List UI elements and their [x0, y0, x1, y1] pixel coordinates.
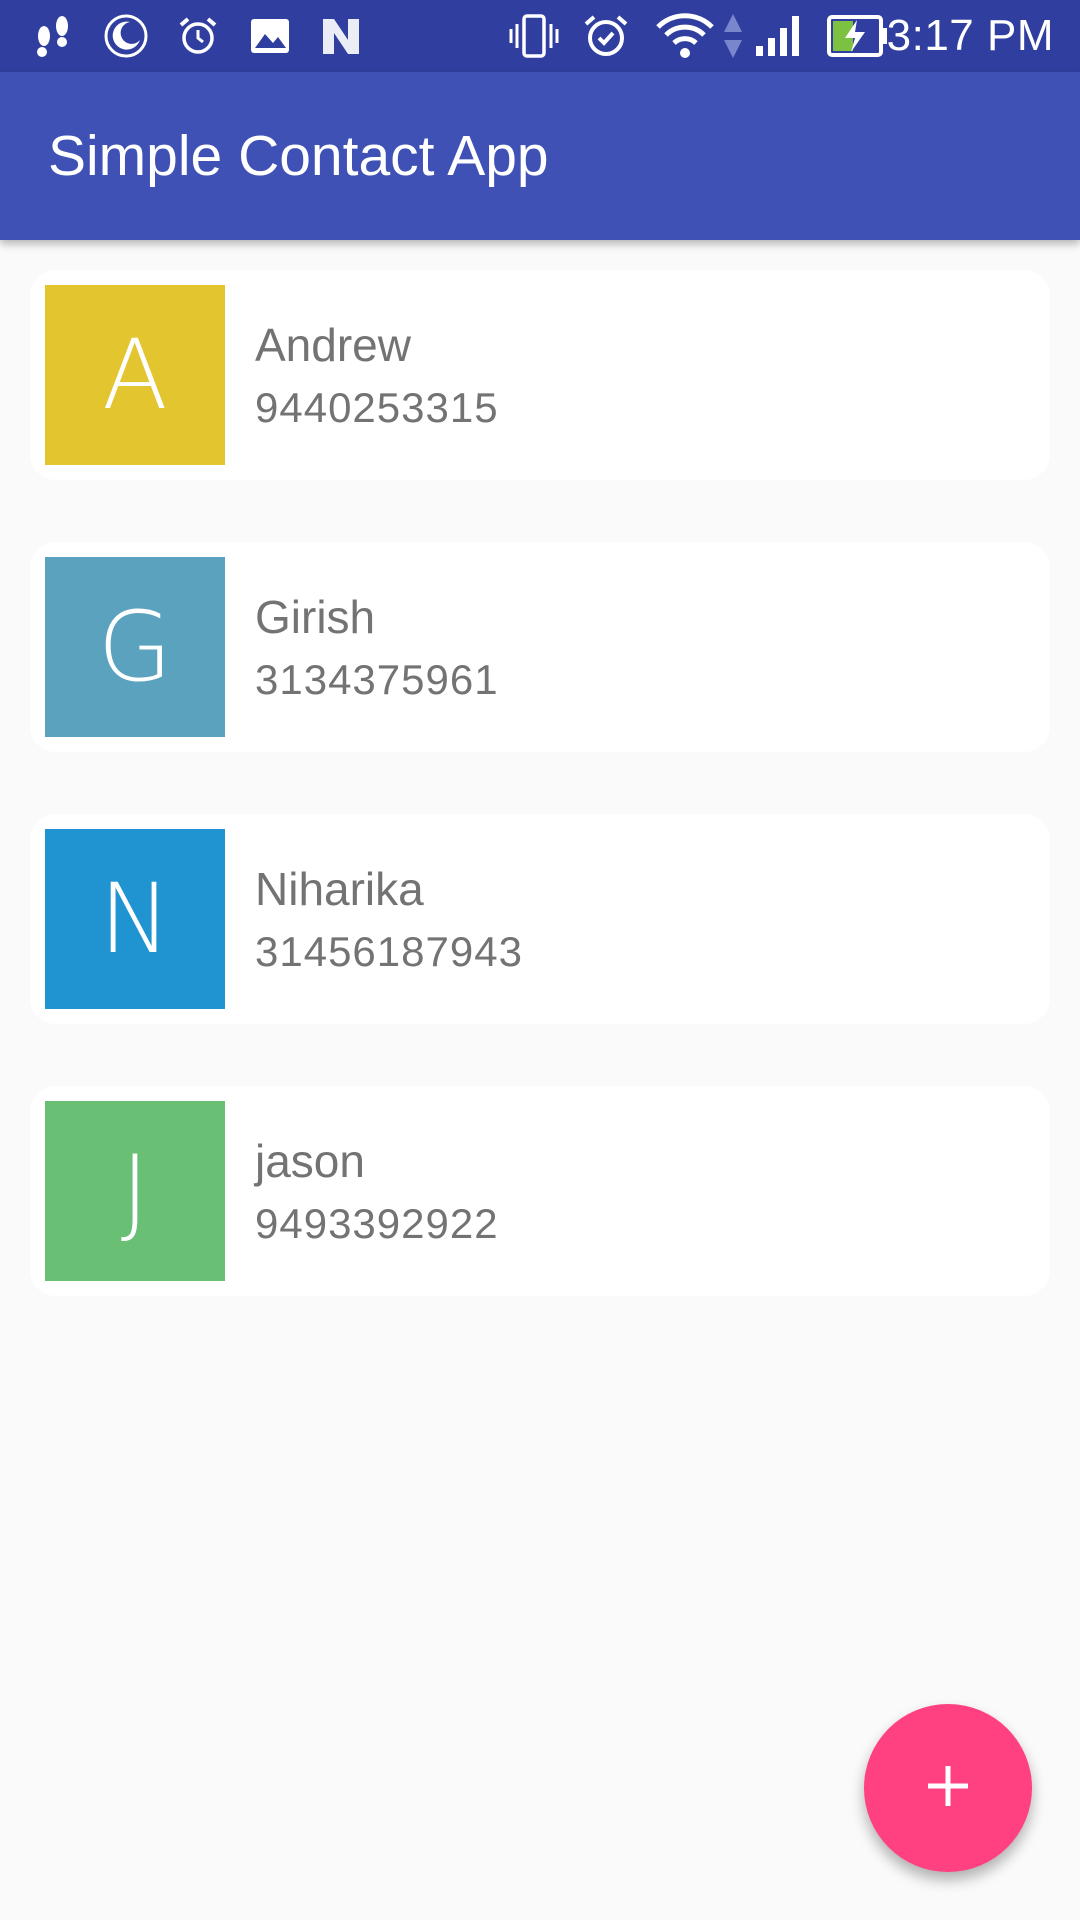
battery-charging-icon	[826, 12, 890, 60]
status-time: 3:17 PM	[886, 11, 1054, 60]
contact-phone: 3134375961	[255, 656, 499, 703]
contact-card-jason[interactable]: J jason 9493392922	[30, 1086, 1050, 1296]
contact-phone: 9493392922	[255, 1200, 499, 1247]
alarm-icon	[580, 12, 632, 60]
status-bar: 3:17 PM	[0, 0, 1080, 72]
page-title: Simple Contact App	[48, 124, 549, 188]
alarm-clock-icon	[174, 12, 222, 60]
wifi-icon	[654, 12, 716, 60]
contact-card-girish[interactable]: G Girish 3134375961	[30, 542, 1050, 752]
add-contact-button[interactable]	[864, 1704, 1032, 1872]
avatar: J	[45, 1101, 225, 1281]
contact-phone: 9440253315	[255, 384, 499, 431]
contact-name: Andrew	[255, 319, 411, 371]
n-logo-icon	[318, 12, 364, 60]
app-bar: Simple Contact App	[0, 72, 1080, 240]
contact-card-andrew[interactable]: A Andrew 9440253315	[30, 270, 1050, 480]
footsteps-icon	[28, 12, 78, 60]
contact-card-niharika[interactable]: N Niharika 31456187943	[30, 814, 1050, 1024]
contact-name: Girish	[255, 591, 376, 643]
avatar: N	[45, 829, 225, 1009]
data-arrows-icon	[720, 12, 746, 60]
signal-icon	[752, 12, 806, 60]
avatar: G	[45, 557, 225, 737]
contact-name: jason	[255, 1135, 365, 1187]
contact-phone: 31456187943	[255, 928, 523, 975]
moon-icon	[100, 12, 152, 60]
avatar: A	[45, 285, 225, 465]
image-icon	[248, 12, 292, 60]
vibrate-icon	[508, 12, 560, 60]
plus-icon	[924, 1762, 972, 1815]
contact-name: Niharika	[255, 863, 424, 915]
